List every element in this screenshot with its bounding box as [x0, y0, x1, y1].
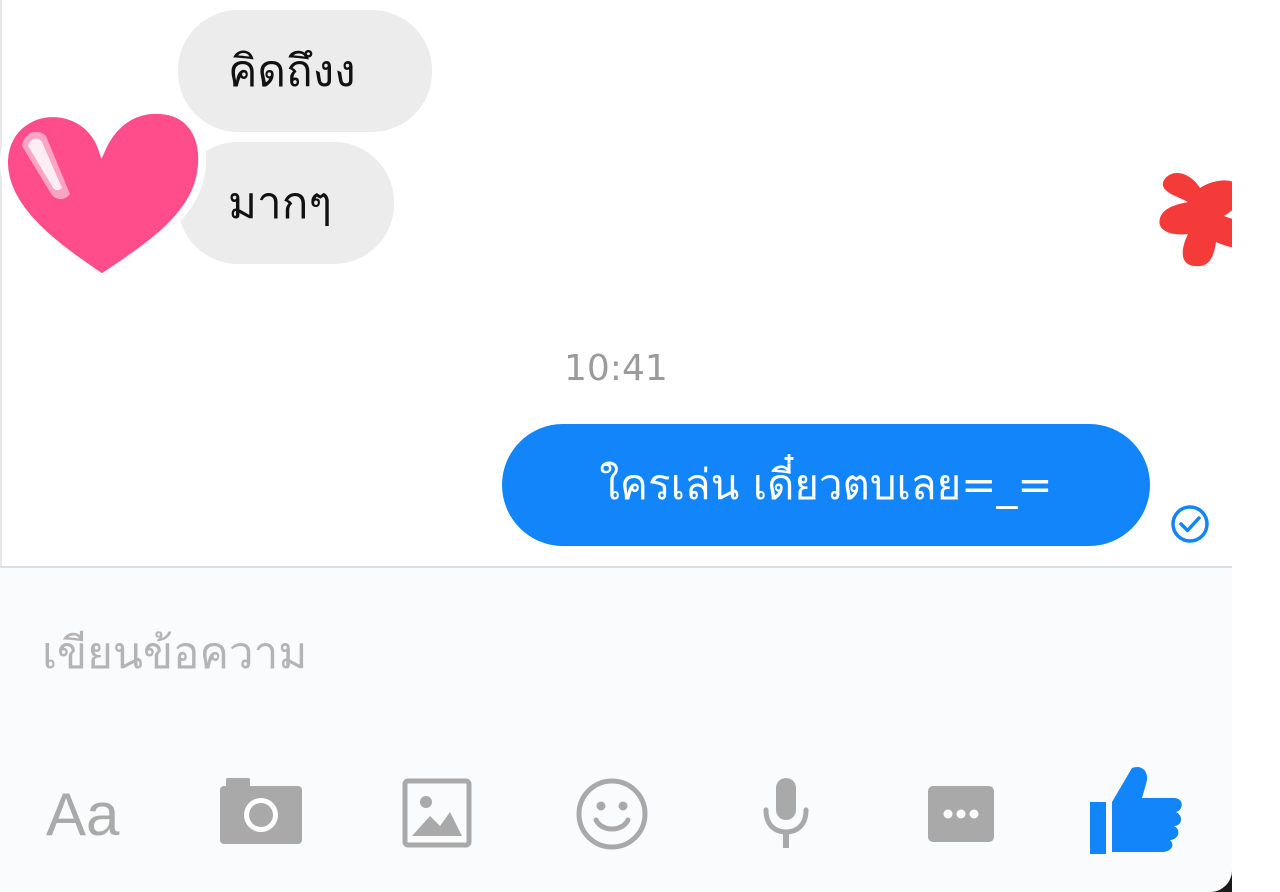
- message-input[interactable]: เขียนข้อความ: [42, 618, 307, 688]
- message-text: มากๆ: [228, 178, 332, 229]
- x-sticker-icon: [1159, 173, 1232, 267]
- sent-check-icon: [1171, 505, 1209, 543]
- emoji-icon[interactable]: [574, 776, 650, 852]
- microphone-icon[interactable]: [760, 776, 812, 850]
- message-text: ใครเล่น เดี๋ยวตบเลย=_=: [599, 460, 1053, 509]
- message-timestamp: 10:41: [564, 348, 668, 389]
- composer-divider: [0, 566, 1232, 568]
- camera-icon[interactable]: [218, 776, 304, 846]
- image-icon[interactable]: [402, 778, 472, 848]
- incoming-message-bubble[interactable]: มากๆ: [178, 142, 394, 264]
- text-format-button[interactable]: Aa: [46, 780, 119, 849]
- outgoing-message-bubble[interactable]: ใครเล่น เดี๋ยวตบเลย=_=: [502, 424, 1150, 546]
- chat-window: คิดถึงง มากๆ 10:41 ใครเล่น เดี๋ยวตบเลย=_…: [0, 0, 1232, 892]
- heart-sticker-icon: [0, 105, 207, 282]
- thumbs-up-icon[interactable]: [1088, 762, 1184, 858]
- message-text: คิดถึงง: [228, 46, 356, 97]
- window-edge: [1232, 0, 1280, 892]
- more-icon[interactable]: [926, 784, 996, 844]
- incoming-message-bubble[interactable]: คิดถึงง: [178, 10, 432, 132]
